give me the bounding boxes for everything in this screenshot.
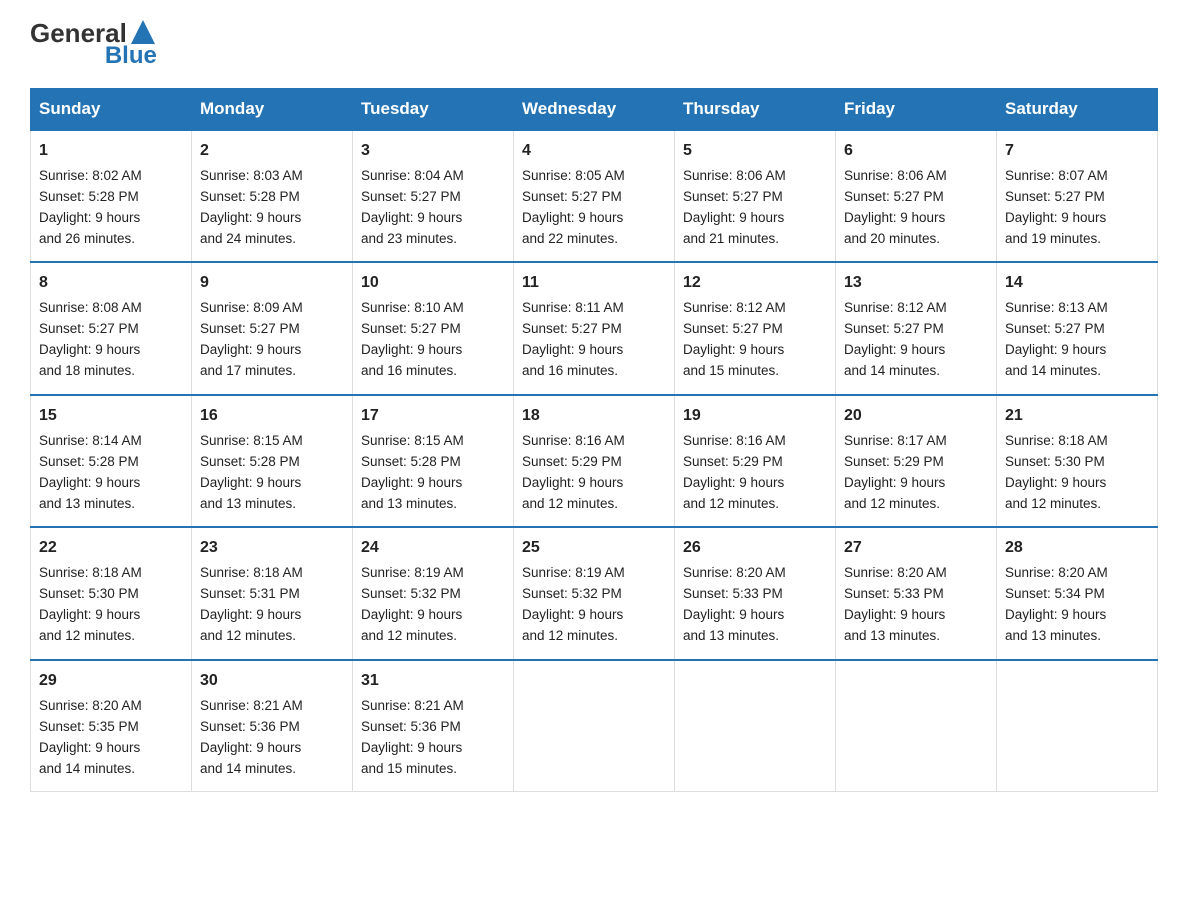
calendar-cell: 6Sunrise: 8:06 AMSunset: 5:27 PMDaylight…	[836, 130, 997, 262]
weekday-header-wednesday: Wednesday	[514, 89, 675, 131]
calendar-cell: 22Sunrise: 8:18 AMSunset: 5:30 PMDayligh…	[31, 527, 192, 659]
day-number: 10	[361, 271, 505, 296]
calendar-cell	[675, 660, 836, 792]
day-number: 30	[200, 669, 344, 694]
day-number: 31	[361, 669, 505, 694]
day-number: 18	[522, 404, 666, 429]
day-number: 11	[522, 271, 666, 296]
calendar-cell: 5Sunrise: 8:06 AMSunset: 5:27 PMDaylight…	[675, 130, 836, 262]
day-number: 16	[200, 404, 344, 429]
weekday-header-friday: Friday	[836, 89, 997, 131]
day-number: 29	[39, 669, 183, 694]
calendar-week-5: 29Sunrise: 8:20 AMSunset: 5:35 PMDayligh…	[31, 660, 1158, 792]
calendar-cell: 11Sunrise: 8:11 AMSunset: 5:27 PMDayligh…	[514, 262, 675, 394]
day-number: 5	[683, 139, 827, 164]
day-number: 12	[683, 271, 827, 296]
calendar-cell: 18Sunrise: 8:16 AMSunset: 5:29 PMDayligh…	[514, 395, 675, 527]
day-number: 4	[522, 139, 666, 164]
day-number: 19	[683, 404, 827, 429]
calendar-cell: 21Sunrise: 8:18 AMSunset: 5:30 PMDayligh…	[997, 395, 1158, 527]
calendar-week-2: 8Sunrise: 8:08 AMSunset: 5:27 PMDaylight…	[31, 262, 1158, 394]
weekday-header-sunday: Sunday	[31, 89, 192, 131]
calendar-week-3: 15Sunrise: 8:14 AMSunset: 5:28 PMDayligh…	[31, 395, 1158, 527]
day-number: 9	[200, 271, 344, 296]
calendar-cell: 4Sunrise: 8:05 AMSunset: 5:27 PMDaylight…	[514, 130, 675, 262]
calendar-cell: 9Sunrise: 8:09 AMSunset: 5:27 PMDaylight…	[192, 262, 353, 394]
calendar-cell: 23Sunrise: 8:18 AMSunset: 5:31 PMDayligh…	[192, 527, 353, 659]
calendar-body: 1Sunrise: 8:02 AMSunset: 5:28 PMDaylight…	[31, 130, 1158, 792]
calendar-cell: 31Sunrise: 8:21 AMSunset: 5:36 PMDayligh…	[353, 660, 514, 792]
calendar-cell: 17Sunrise: 8:15 AMSunset: 5:28 PMDayligh…	[353, 395, 514, 527]
calendar-cell: 14Sunrise: 8:13 AMSunset: 5:27 PMDayligh…	[997, 262, 1158, 394]
weekday-header-monday: Monday	[192, 89, 353, 131]
day-number: 6	[844, 139, 988, 164]
weekday-header-thursday: Thursday	[675, 89, 836, 131]
calendar-cell	[514, 660, 675, 792]
calendar-cell: 30Sunrise: 8:21 AMSunset: 5:36 PMDayligh…	[192, 660, 353, 792]
day-number: 28	[1005, 536, 1149, 561]
calendar-cell: 13Sunrise: 8:12 AMSunset: 5:27 PMDayligh…	[836, 262, 997, 394]
day-number: 25	[522, 536, 666, 561]
calendar-cell: 10Sunrise: 8:10 AMSunset: 5:27 PMDayligh…	[353, 262, 514, 394]
logo-blue: Blue	[105, 42, 157, 70]
calendar-cell: 12Sunrise: 8:12 AMSunset: 5:27 PMDayligh…	[675, 262, 836, 394]
page-header: General Blue	[30, 20, 1158, 70]
day-number: 3	[361, 139, 505, 164]
day-number: 17	[361, 404, 505, 429]
calendar-cell: 24Sunrise: 8:19 AMSunset: 5:32 PMDayligh…	[353, 527, 514, 659]
calendar-cell: 27Sunrise: 8:20 AMSunset: 5:33 PMDayligh…	[836, 527, 997, 659]
day-number: 26	[683, 536, 827, 561]
day-number: 2	[200, 139, 344, 164]
calendar-cell: 25Sunrise: 8:19 AMSunset: 5:32 PMDayligh…	[514, 527, 675, 659]
calendar-cell: 8Sunrise: 8:08 AMSunset: 5:27 PMDaylight…	[31, 262, 192, 394]
day-number: 22	[39, 536, 183, 561]
calendar-cell: 19Sunrise: 8:16 AMSunset: 5:29 PMDayligh…	[675, 395, 836, 527]
calendar-cell: 16Sunrise: 8:15 AMSunset: 5:28 PMDayligh…	[192, 395, 353, 527]
calendar-cell: 2Sunrise: 8:03 AMSunset: 5:28 PMDaylight…	[192, 130, 353, 262]
calendar-cell: 7Sunrise: 8:07 AMSunset: 5:27 PMDaylight…	[997, 130, 1158, 262]
calendar-cell: 15Sunrise: 8:14 AMSunset: 5:28 PMDayligh…	[31, 395, 192, 527]
weekday-header-tuesday: Tuesday	[353, 89, 514, 131]
day-number: 15	[39, 404, 183, 429]
calendar-week-1: 1Sunrise: 8:02 AMSunset: 5:28 PMDaylight…	[31, 130, 1158, 262]
calendar-cell: 26Sunrise: 8:20 AMSunset: 5:33 PMDayligh…	[675, 527, 836, 659]
day-number: 8	[39, 271, 183, 296]
calendar-cell	[836, 660, 997, 792]
calendar-cell: 3Sunrise: 8:04 AMSunset: 5:27 PMDaylight…	[353, 130, 514, 262]
logo: General Blue	[30, 20, 157, 70]
calendar-cell: 29Sunrise: 8:20 AMSunset: 5:35 PMDayligh…	[31, 660, 192, 792]
calendar-cell: 1Sunrise: 8:02 AMSunset: 5:28 PMDaylight…	[31, 130, 192, 262]
calendar-table: SundayMondayTuesdayWednesdayThursdayFrid…	[30, 88, 1158, 792]
day-number: 13	[844, 271, 988, 296]
calendar-cell: 28Sunrise: 8:20 AMSunset: 5:34 PMDayligh…	[997, 527, 1158, 659]
calendar-week-4: 22Sunrise: 8:18 AMSunset: 5:30 PMDayligh…	[31, 527, 1158, 659]
calendar-header: SundayMondayTuesdayWednesdayThursdayFrid…	[31, 89, 1158, 131]
day-number: 1	[39, 139, 183, 164]
day-number: 20	[844, 404, 988, 429]
calendar-cell: 20Sunrise: 8:17 AMSunset: 5:29 PMDayligh…	[836, 395, 997, 527]
day-number: 23	[200, 536, 344, 561]
day-number: 21	[1005, 404, 1149, 429]
day-number: 24	[361, 536, 505, 561]
day-number: 27	[844, 536, 988, 561]
calendar-cell	[997, 660, 1158, 792]
day-number: 7	[1005, 139, 1149, 164]
day-number: 14	[1005, 271, 1149, 296]
weekday-header-saturday: Saturday	[997, 89, 1158, 131]
